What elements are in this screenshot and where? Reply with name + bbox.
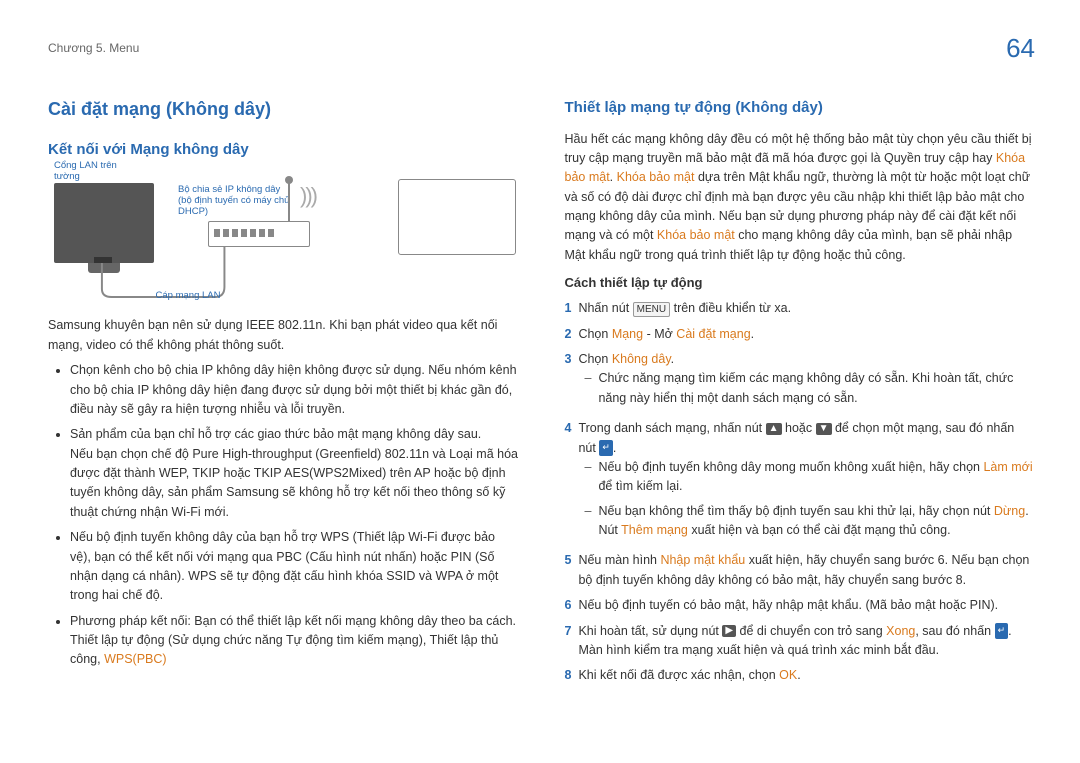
step-number: 6 <box>565 596 572 615</box>
content-columns: Cài đặt mạng (Không dây) Kết nối với Mạn… <box>48 96 1035 691</box>
enter-password-link: Nhập mật khẩu <box>660 553 745 567</box>
step-number: 3 <box>565 350 572 413</box>
ok-link: OK <box>779 668 797 682</box>
sub-text: Nếu bạn không thể tìm thấy bộ định tuyến… <box>598 504 993 518</box>
menu-path-link: Mạng <box>612 327 643 341</box>
note-item-4: Phương pháp kết nối: Bạn có thể thiết lậ… <box>70 612 519 670</box>
step-text: Khi kết nối đã được xác nhận, chọn <box>578 668 779 682</box>
step-number: 5 <box>565 551 572 590</box>
step-text: hoặc <box>782 421 816 435</box>
page-number: 64 <box>1006 28 1035 68</box>
stop-link: Dừng <box>994 504 1025 518</box>
diagram-display-front <box>398 179 516 255</box>
heading-how-to-auto-setup: Cách thiết lập tự động <box>565 273 1036 293</box>
step-text: . <box>797 668 800 682</box>
step-4: 4 Trong danh sách mạng, nhấn nút ▲ hoặc … <box>565 419 1036 545</box>
intro-text: . <box>610 170 617 184</box>
step-text: Nhấn nút <box>578 301 632 315</box>
step-3-sub: Chức năng mạng tìm kiếm các mạng không d… <box>578 369 1035 408</box>
step-8: 8 Khi kết nối đã được xác nhận, chọn OK. <box>565 666 1036 685</box>
step-text: Nếu bộ định tuyến có bảo mật, hãy nhập m… <box>578 598 998 612</box>
step-text: - Mở <box>643 327 676 341</box>
note-text: Sản phẩm của bạn chỉ hỗ trợ các giao thứ… <box>70 427 518 519</box>
done-link: Xong <box>886 624 915 638</box>
step-number: 8 <box>565 666 572 685</box>
intro-text: Hầu hết các mạng không dây đều có một hệ… <box>565 132 1032 165</box>
term-security-key: Khóa bảo mật <box>617 170 695 184</box>
menu-button-chip: MENU <box>633 302 670 317</box>
step-number: 1 <box>565 299 572 318</box>
intro-paragraph: Samsung khuyên bạn nên sử dụng IEEE 802.… <box>48 316 519 355</box>
step-text: Khi hoàn tất, sử dụng nút <box>578 624 722 638</box>
step-1: 1 Nhấn nút MENU trên điều khiển từ xa. <box>565 299 1036 318</box>
wireless-diagram: Cổng LAN trên tường Bộ chia sẻ IP không … <box>48 171 519 306</box>
page-header: Chương 5. Menu 64 <box>48 28 1035 68</box>
note-text: Chọn kênh cho bộ chia IP không dây hiện … <box>70 363 517 416</box>
step-text: . <box>671 352 674 366</box>
step-text: trên điều khiển từ xa. <box>670 301 791 315</box>
note-item-1: Chọn kênh cho bộ chia IP không dây hiện … <box>70 361 519 419</box>
step-number: 2 <box>565 325 572 344</box>
diagram-antenna <box>288 179 290 223</box>
step-text: để di chuyển con trỏ sang <box>736 624 886 638</box>
step-text: , sau đó nhấn <box>915 624 994 638</box>
sub-text: để tìm kiếm lại. <box>598 479 682 493</box>
right-column: Thiết lập mạng tự động (Không dây) Hầu h… <box>565 96 1036 691</box>
enter-icon: ↵ <box>599 440 613 456</box>
diagram-label-lan-port: Cổng LAN trên tường <box>54 161 132 183</box>
subsection-title-connect: Kết nối với Mạng không dây <box>48 138 519 161</box>
diagram-monitor-stand <box>88 263 120 273</box>
arrow-right-icon: ▶ <box>722 625 736 637</box>
enter-icon: ↵ <box>995 623 1009 639</box>
step-number: 4 <box>565 419 572 545</box>
step-text: . <box>751 327 754 341</box>
note-text: Nếu bộ định tuyến không dây của bạn hỗ t… <box>70 530 498 602</box>
refresh-link: Làm mới <box>983 460 1032 474</box>
sub-text: xuất hiện và bạn có thể cài đặt mạng thủ… <box>688 523 951 537</box>
step-3: 3 Chọn Không dây. Chức năng mạng tìm kiế… <box>565 350 1036 413</box>
step-text: Nếu màn hình <box>578 553 660 567</box>
menu-path-link: Cài đặt mạng <box>676 327 750 341</box>
note-item-3: Nếu bộ định tuyến không dây của bạn hỗ t… <box>70 528 519 606</box>
diagram-router-ports <box>214 229 274 237</box>
step-2: 2 Chọn Mạng - Mở Cài đặt mạng. <box>565 325 1036 344</box>
auto-setup-intro: Hầu hết các mạng không dây đều có một hệ… <box>565 130 1036 266</box>
step-text: Chọn <box>578 327 611 341</box>
section-title-wireless-settings: Cài đặt mạng (Không dây) <box>48 96 519 124</box>
steps-list: 1 Nhấn nút MENU trên điều khiển từ xa. 2… <box>565 299 1036 685</box>
sub-text: Nếu bộ định tuyến không dây mong muốn kh… <box>598 460 983 474</box>
step-7: 7 Khi hoàn tất, sử dụng nút ▶ để di chuy… <box>565 622 1036 661</box>
menu-path-link: Không dây <box>612 352 671 366</box>
step-5: 5 Nếu màn hình Nhập mật khẩu xuất hiện, … <box>565 551 1036 590</box>
subsection-title-auto-setup: Thiết lập mạng tự động (Không dây) <box>565 96 1036 119</box>
diagram-label-cable: Cáp mạng LAN <box>148 291 228 302</box>
wps-pbc-link: WPS(PBC) <box>104 652 167 666</box>
step-text: Chọn <box>578 352 611 366</box>
notes-list: Chọn kênh cho bộ chia IP không dây hiện … <box>48 361 519 670</box>
step-number: 7 <box>565 622 572 661</box>
step-6: 6 Nếu bộ định tuyến có bảo mật, hãy nhập… <box>565 596 1036 615</box>
term-security-key: Khóa bảo mật <box>657 228 735 242</box>
breadcrumb: Chương 5. Menu <box>48 39 139 58</box>
step-text: Trong danh sách mạng, nhấn nút <box>578 421 765 435</box>
arrow-down-icon: ▼ <box>816 423 832 435</box>
diagram-monitor-back <box>54 183 154 263</box>
note-item-2: Sản phẩm của bạn chỉ hỗ trợ các giao thứ… <box>70 425 519 522</box>
step-4-sub-a: Nếu bộ định tuyến không dây mong muốn kh… <box>578 458 1035 497</box>
left-column: Cài đặt mạng (Không dây) Kết nối với Mạn… <box>48 96 519 691</box>
diagram-wireless-waves-icon: ))) <box>300 179 316 213</box>
add-network-link: Thêm mạng <box>621 523 688 537</box>
step-text: . <box>613 441 616 455</box>
step-4-sub-b: Nếu bạn không thể tìm thấy bộ định tuyến… <box>578 502 1035 541</box>
arrow-up-icon: ▲ <box>766 423 782 435</box>
